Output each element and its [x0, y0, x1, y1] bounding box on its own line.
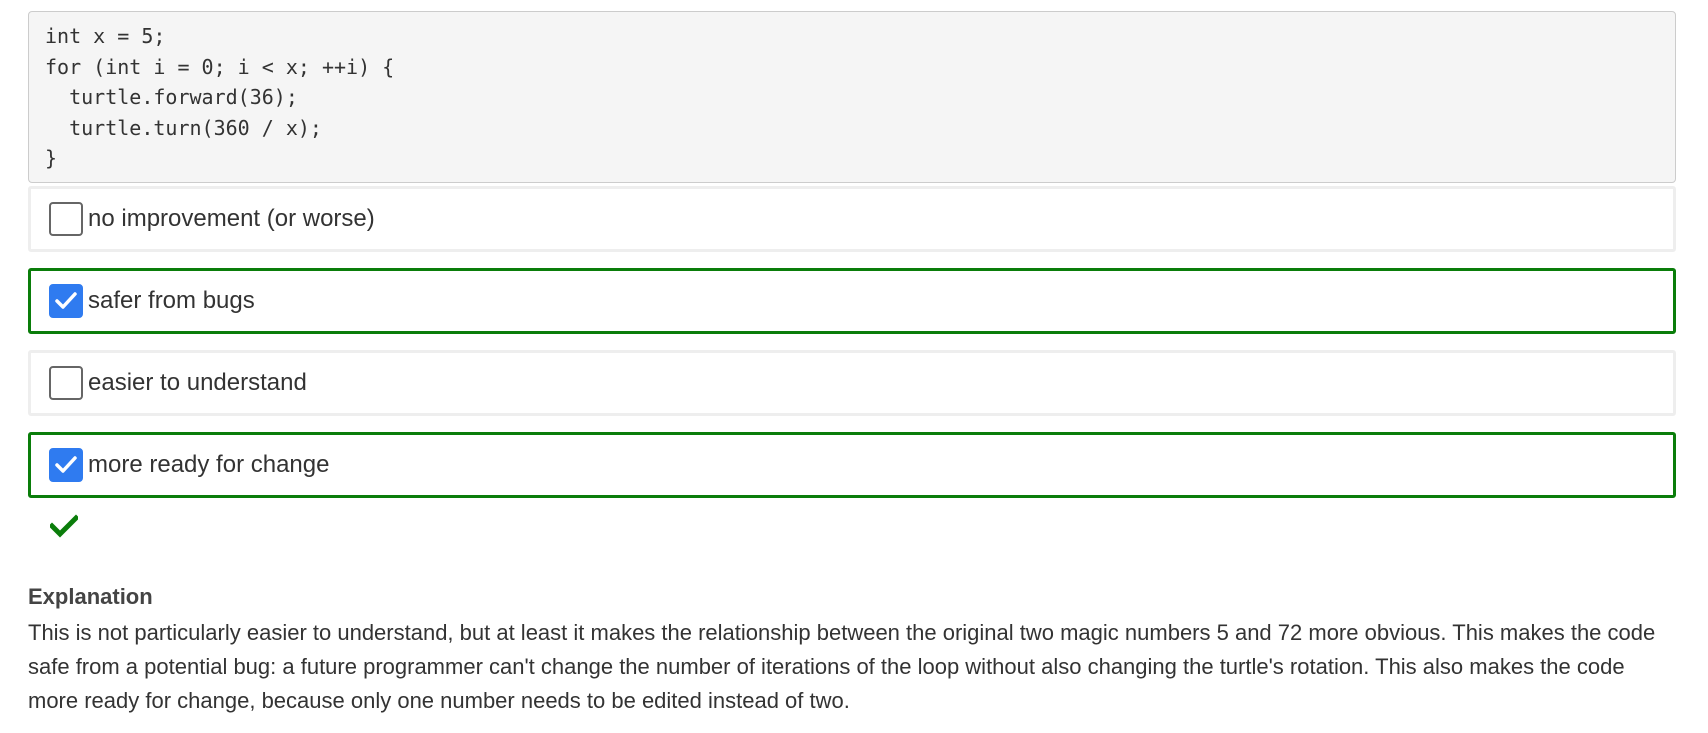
- option-label: easier to understand: [88, 368, 307, 396]
- option-easier-to-understand[interactable]: easier to understand: [28, 349, 1676, 416]
- option-no-improvement[interactable]: no improvement (or worse): [28, 185, 1676, 252]
- checkbox[interactable]: [49, 365, 83, 400]
- option-label: no improvement (or worse): [88, 204, 375, 232]
- check-icon: [55, 291, 77, 309]
- checkbox[interactable]: [49, 201, 83, 236]
- exercise-container: int x = 5; for (int i = 0; i < x; ++i) { …: [28, 11, 1676, 718]
- option-safer-from-bugs[interactable]: safer from bugs: [28, 267, 1676, 334]
- code-line: for (int i = 0; i < x; ++i) {: [45, 54, 395, 79]
- checkbox-checked[interactable]: [49, 283, 83, 318]
- code-line: turtle.forward(36);: [45, 85, 298, 109]
- options-list: no improvement (or worse) safer from bug…: [28, 185, 1676, 498]
- code-block: int x = 5; for (int i = 0; i < x; ++i) { …: [28, 11, 1676, 183]
- check-icon: [55, 455, 77, 473]
- checkbox-checked[interactable]: [49, 447, 83, 482]
- explanation-text: This is not particularly easier to under…: [28, 619, 1656, 713]
- code-line: int x = 5;: [45, 24, 166, 48]
- code-line: turtle.turn(360 / x);: [45, 115, 322, 140]
- option-label: safer from bugs: [88, 286, 255, 314]
- checkmark-icon: [48, 513, 80, 538]
- option-label: more ready for change: [88, 450, 330, 478]
- option-more-ready-for-change[interactable]: more ready for change: [28, 431, 1676, 498]
- code-line: }: [45, 146, 58, 170]
- explanation-title: Explanation: [28, 583, 153, 609]
